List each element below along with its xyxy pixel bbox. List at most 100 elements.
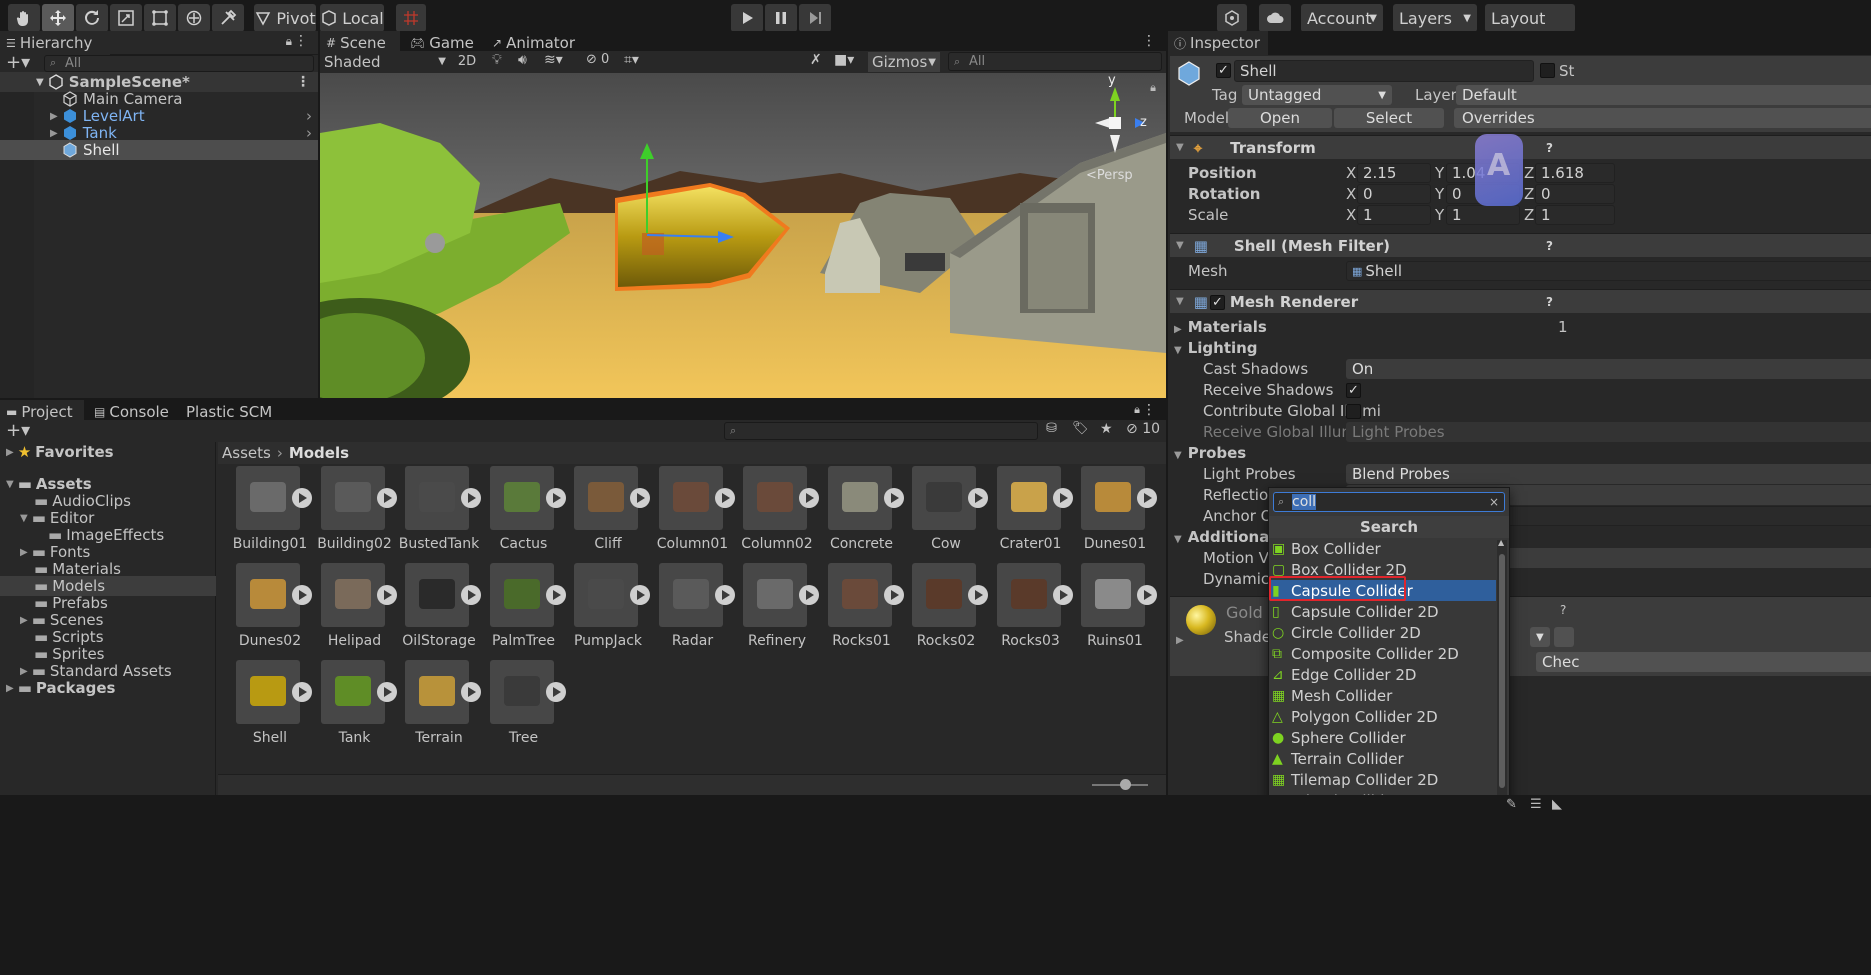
zoom-slider-thumb[interactable] (1120, 779, 1131, 790)
move-tool-button[interactable] (42, 4, 74, 32)
step-button[interactable] (799, 4, 831, 32)
rect-tool-button[interactable] (144, 4, 176, 32)
tools-icon[interactable]: ✗ (810, 52, 822, 68)
more-menu-icon[interactable]: ⋮ (296, 74, 310, 90)
scene-search-input[interactable]: ⌕ All (948, 52, 1162, 71)
shading-mode-dropdown[interactable]: Shaded ▼ (324, 52, 446, 71)
asset-tile-building01[interactable]: Building01 (218, 466, 312, 566)
scale-z-field[interactable]: 1 (1535, 205, 1615, 225)
collab-button[interactable] (1217, 4, 1247, 32)
play-button[interactable] (731, 4, 763, 32)
lock-icon[interactable]: 🔒︎ (1150, 81, 1156, 95)
popup-scrollbar-thumb[interactable] (1499, 554, 1505, 788)
position-x-field[interactable]: 2.15 (1357, 163, 1431, 183)
asset-tile-shell[interactable]: Shell (218, 660, 312, 760)
component-item-tilemap-collider-2d[interactable]: ▦ Tilemap Collider 2D (1270, 769, 1496, 790)
2d-toggle[interactable]: 2D (454, 52, 480, 71)
layers-dropdown[interactable]: Layers ▼ (1393, 4, 1477, 32)
help-icon[interactable]: ? (1546, 295, 1553, 309)
scale-y-field[interactable]: 1 (1446, 205, 1520, 225)
more-menu-icon[interactable]: ⋮ (1142, 33, 1156, 49)
tab-inspector[interactable]: ⓘ Inspector (1168, 31, 1268, 55)
probes-foldout[interactable]: ▼ Probes (1174, 444, 1246, 462)
layer-dropdown[interactable]: Default (1456, 85, 1871, 105)
component-item-mesh-collider[interactable]: ▦ Mesh Collider (1270, 685, 1496, 706)
custom-tool-button[interactable] (212, 4, 244, 32)
asset-tile-rocks02[interactable]: Rocks02 (894, 563, 988, 663)
persp-label[interactable]: <Persp (1086, 168, 1133, 183)
asset-tile-pumpjack[interactable]: PumpJack (556, 563, 650, 663)
open-button[interactable]: Open (1228, 108, 1332, 128)
asset-tile-tree[interactable]: Tree (472, 660, 566, 760)
local-toggle[interactable]: Local (320, 4, 384, 32)
expand-arrow-icon[interactable]: ▶ (50, 128, 58, 139)
more-menu-icon[interactable]: ⋮ (1142, 402, 1156, 418)
asset-tile-column02[interactable]: Column02 (725, 466, 819, 566)
expand-arrow-icon[interactable]: ▶ (50, 111, 58, 122)
asset-tile-building02[interactable]: Building02 (303, 466, 397, 566)
favorites-row[interactable]: ▶ ★ Favorites (0, 442, 216, 462)
scroll-up-icon[interactable]: ▲ (1498, 538, 1504, 547)
materials-foldout[interactable]: ▶ Materials (1174, 318, 1267, 336)
packages-row[interactable]: ▶ ▬ Packages (0, 678, 216, 698)
more-menu-icon[interactable]: ⋮ (294, 33, 308, 49)
rotation-x-field[interactable]: 0 (1357, 184, 1431, 204)
lighting-foldout[interactable]: ▼ Lighting (1174, 339, 1258, 357)
asset-tile-helipad[interactable]: Helipad (303, 563, 397, 663)
lighting-icon[interactable]: 💡︎ (492, 52, 502, 68)
asset-tile-cactus[interactable]: Cactus (472, 466, 566, 566)
progress-icon[interactable]: ◣ (1552, 797, 1562, 812)
component-item-circle-collider-2d[interactable]: ○ Circle Collider 2D (1270, 622, 1496, 643)
star-icon[interactable]: ★ (1100, 421, 1113, 437)
lock-icon[interactable]: 🔒︎ (286, 34, 292, 49)
asset-tile-bustedtank[interactable]: BustedTank (387, 466, 481, 566)
contribute-gi-checkbox[interactable] (1346, 404, 1361, 419)
expand-play-icon[interactable] (545, 682, 566, 702)
grid-snap-button[interactable] (396, 4, 426, 32)
position-z-field[interactable]: 1.618 (1535, 163, 1615, 183)
mesh-field[interactable]: ▦ Shell (1346, 261, 1871, 281)
help-icon[interactable]: ? (1560, 603, 1566, 617)
select-button[interactable]: Select (1334, 108, 1444, 128)
component-item-polygon-collider-2d[interactable]: △ Polygon Collider 2D (1270, 706, 1496, 727)
pivot-toggle[interactable]: Pivot (254, 4, 316, 32)
check-button[interactable]: Chec (1536, 652, 1871, 672)
cloud-button[interactable] (1259, 4, 1291, 32)
asset-tile-tank[interactable]: Tank (303, 660, 397, 760)
pause-button[interactable] (765, 4, 797, 32)
notification-icon[interactable]: ☰ (1530, 797, 1542, 812)
camera-icon[interactable]: ■▾ (834, 52, 854, 68)
asset-tile-refinery[interactable]: Refinery (725, 563, 819, 663)
asset-tile-oilstorage[interactable]: OilStorage (387, 563, 481, 663)
gizmos-dropdown[interactable]: Gizmos ▼ (868, 52, 940, 72)
rotate-tool-button[interactable] (76, 4, 108, 32)
filter-type-icon[interactable]: ⛁ (1046, 421, 1057, 436)
account-dropdown[interactable]: Account ▼ (1301, 4, 1383, 32)
mesh-filter-header[interactable]: ▼ ▦ Shell (Mesh Filter) ? (1170, 233, 1871, 257)
debug-icon[interactable]: ✎ (1506, 797, 1517, 812)
edit-shader-button[interactable] (1554, 627, 1574, 647)
add-icon[interactable]: +▾ (6, 52, 30, 73)
asset-tile-cow[interactable]: Cow (894, 466, 988, 566)
cast-shadows-dropdown[interactable]: On (1346, 359, 1871, 379)
layout-dropdown[interactable]: Layout (1485, 4, 1575, 32)
asset-tile-dunes01[interactable]: Dunes01 (1063, 466, 1157, 566)
breadcrumb-assets[interactable]: Assets (222, 444, 271, 462)
component-search-input[interactable]: ⌕ coll × (1273, 492, 1505, 512)
component-item-terrain-collider[interactable]: ▲ Terrain Collider (1270, 748, 1496, 769)
effects-icon[interactable]: ≋▾ (544, 52, 563, 68)
hierarchy-item-shell[interactable]: Shell (0, 140, 318, 160)
asset-tile-radar[interactable]: Radar (641, 563, 735, 663)
audio-icon[interactable]: 🔊︎ (518, 52, 527, 68)
label-icon[interactable]: 🏷︎ (1072, 421, 1089, 436)
component-item-composite-collider-2d[interactable]: ⧉ Composite Collider 2D (1270, 643, 1496, 664)
expand-play-icon[interactable] (1137, 488, 1157, 508)
asset-tile-column01[interactable]: Column01 (641, 466, 735, 566)
overrides-dropdown[interactable]: Overrides (1454, 108, 1871, 128)
asset-tile-rocks03[interactable]: Rocks03 (979, 563, 1073, 663)
lock-icon[interactable]: 🔒︎ (1134, 403, 1140, 417)
mesh-renderer-enabled-checkbox[interactable]: ✓ (1210, 295, 1225, 310)
scene-viewport[interactable]: y z 🔒︎ <Persp (320, 73, 1166, 398)
asset-tile-crater01[interactable]: Crater01 (979, 466, 1073, 566)
light-probes-dropdown[interactable]: Blend Probes (1346, 464, 1871, 484)
